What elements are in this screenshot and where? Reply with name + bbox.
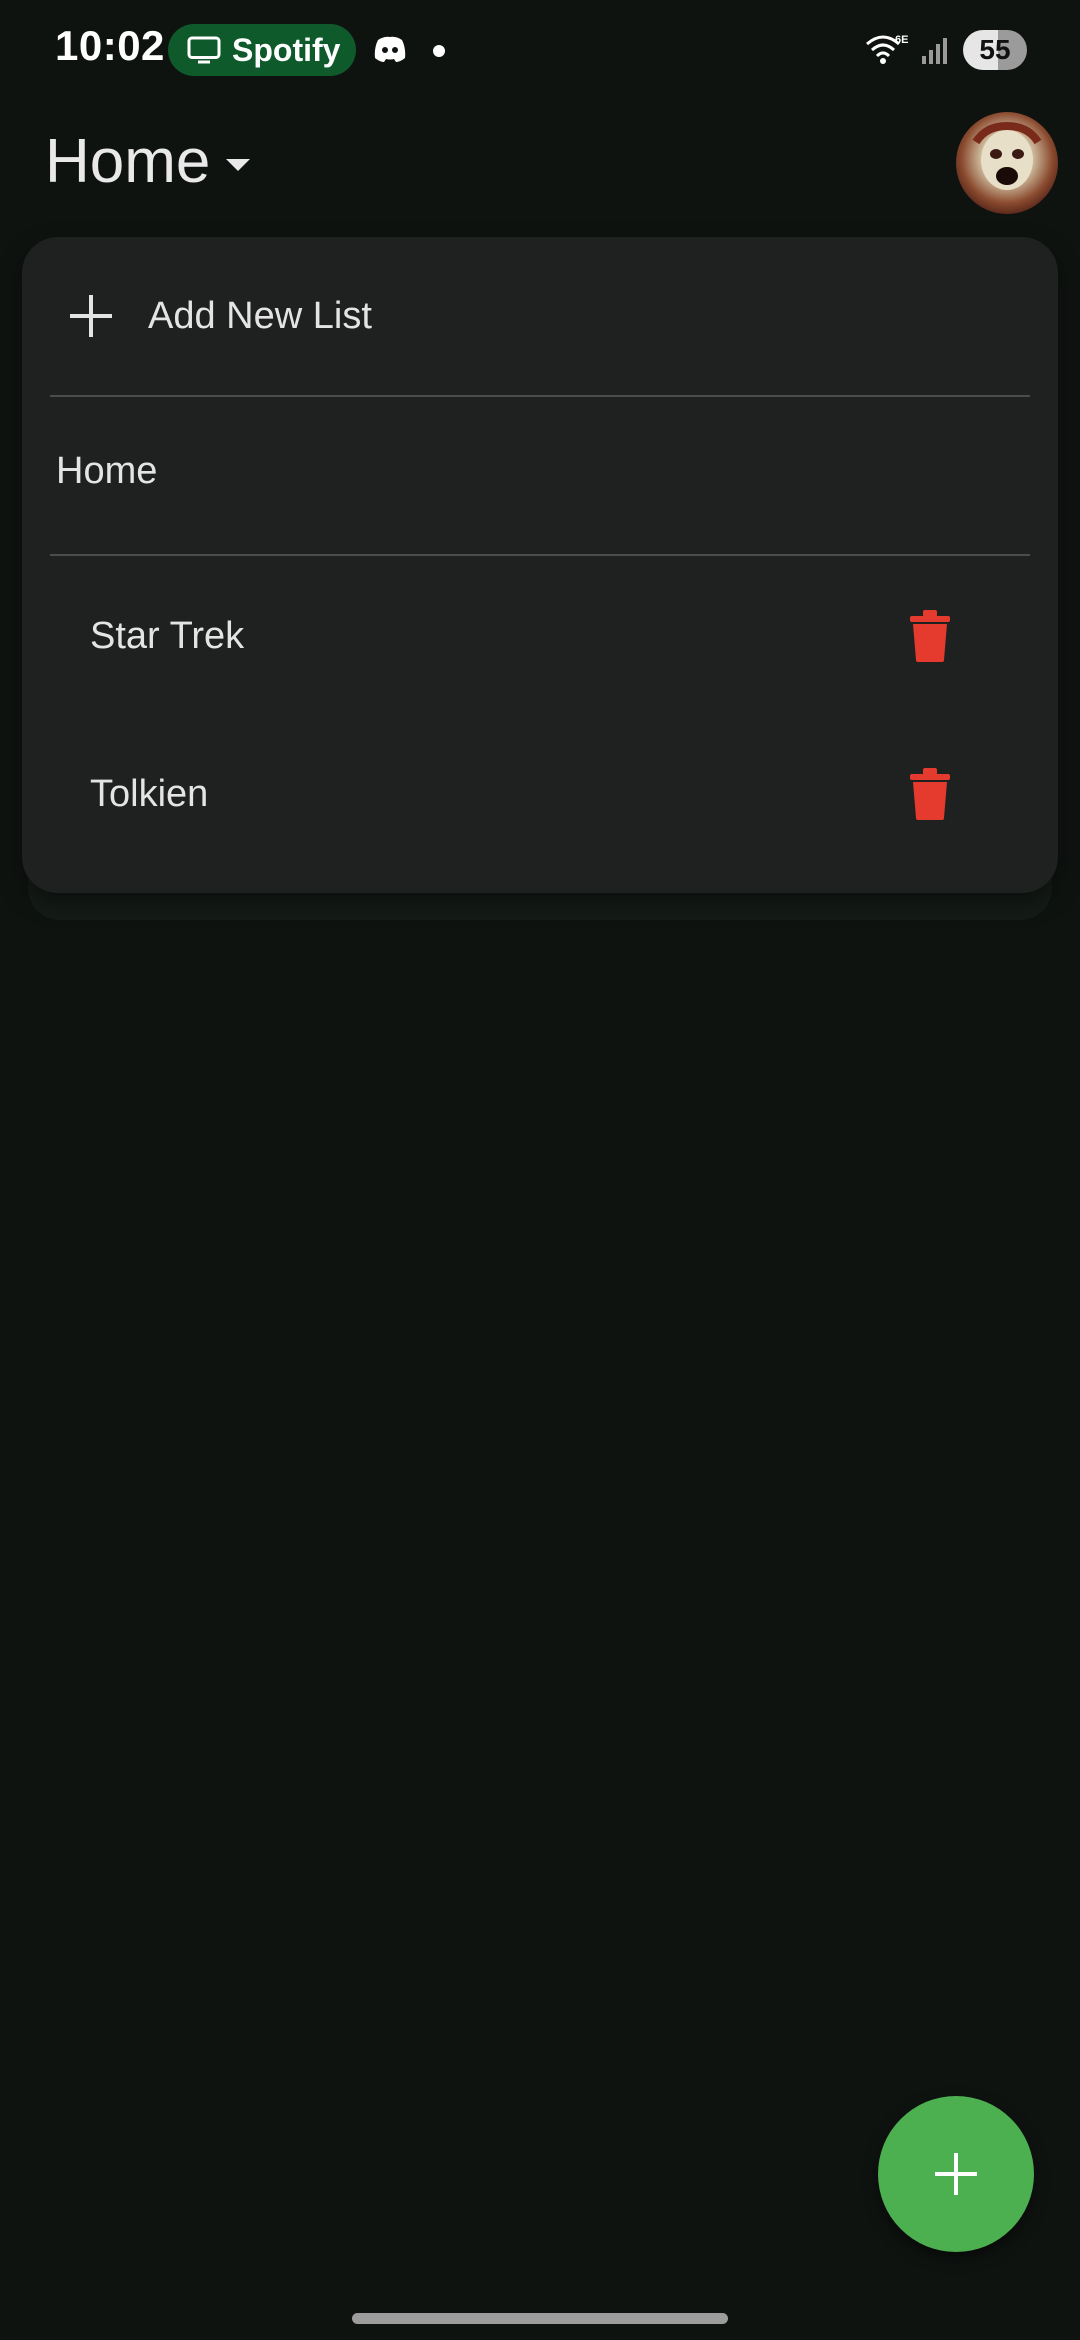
cast-icon (187, 36, 221, 64)
list-item-tolkien[interactable]: Tolkien (22, 715, 1058, 873)
media-app-label: Spotify (232, 31, 341, 68)
dropdown-arrow-icon (226, 158, 251, 171)
discord-icon (374, 36, 406, 62)
add-new-list-label: Add New List (148, 294, 372, 337)
media-chip[interactable]: Spotify (168, 24, 356, 76)
status-time: 10:02 (55, 22, 165, 69)
plus-icon (935, 2153, 977, 2195)
avatar[interactable] (956, 112, 1058, 214)
signal-icon (922, 38, 947, 64)
plus-icon (70, 295, 112, 337)
wifi-icon: 6E (866, 34, 908, 64)
trash-icon[interactable] (910, 610, 950, 662)
add-new-list-button[interactable]: Add New List (22, 237, 1058, 395)
divider (50, 554, 1030, 556)
divider (50, 395, 1030, 397)
menu-section-home[interactable]: Home (56, 450, 157, 493)
battery-icon: 55 (963, 30, 1027, 70)
list-dropdown-menu: Add New List Home Star Trek Tolkien (22, 237, 1058, 893)
add-item-fab[interactable] (878, 2096, 1034, 2252)
notification-dot-icon (433, 45, 445, 57)
list-item-label: Tolkien (90, 772, 209, 815)
profile-avatar-image (972, 121, 1042, 190)
page-title: Home (45, 127, 211, 196)
gesture-bar[interactable] (352, 2313, 728, 2324)
trash-icon[interactable] (910, 768, 950, 820)
status-bar: 10:02 Spotify 6E 55 (0, 0, 1080, 100)
battery-level: 55 (979, 34, 1011, 65)
list-selector[interactable]: Home (45, 126, 251, 197)
list-item-label: Star Trek (90, 614, 245, 657)
list-item-star-trek[interactable]: Star Trek (22, 557, 1058, 715)
network-type-label: 6E (895, 34, 908, 46)
